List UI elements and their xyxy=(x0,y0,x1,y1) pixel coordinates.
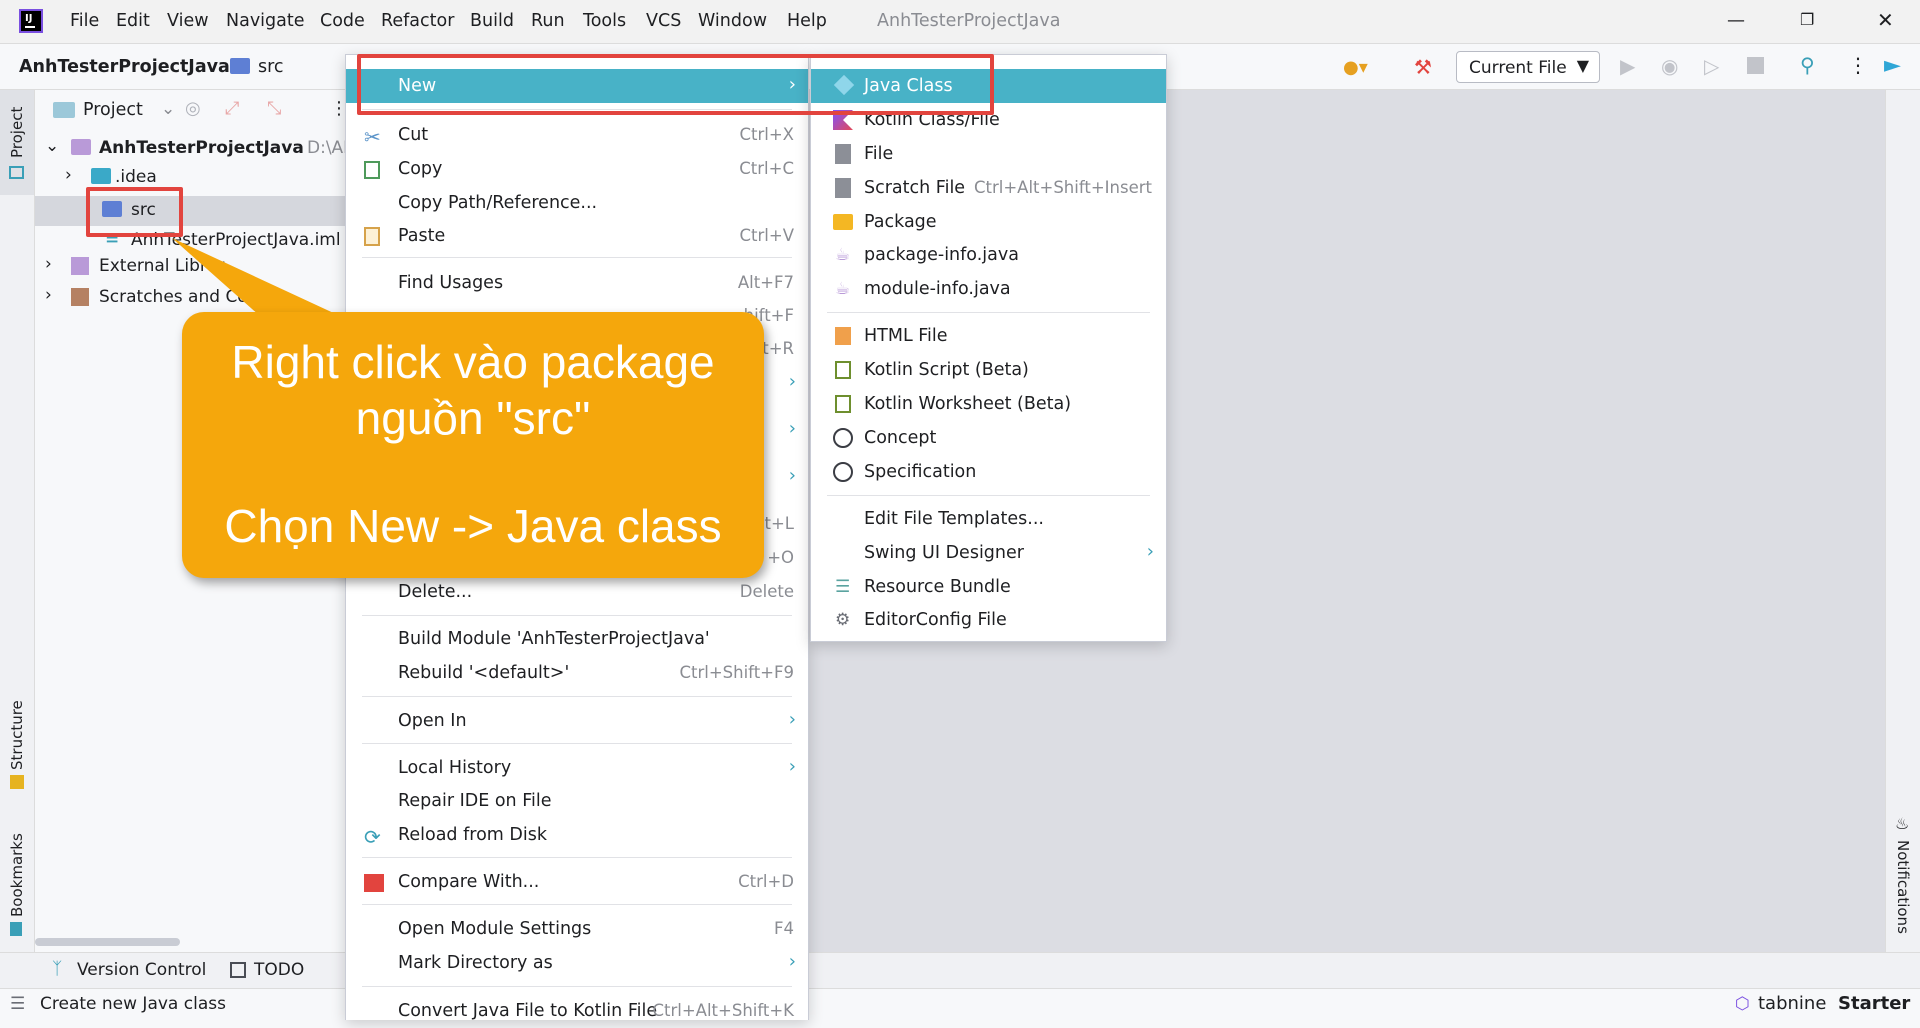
callout-line3: Chọn New -> Java class xyxy=(224,500,722,552)
callout-pointer-shape xyxy=(172,238,340,316)
callout-line1: Right click vào package xyxy=(231,336,715,388)
callout-bubble: Right click vào package nguồn "src" Chọn… xyxy=(182,312,764,578)
callout-line2: nguồn "src" xyxy=(355,392,591,444)
